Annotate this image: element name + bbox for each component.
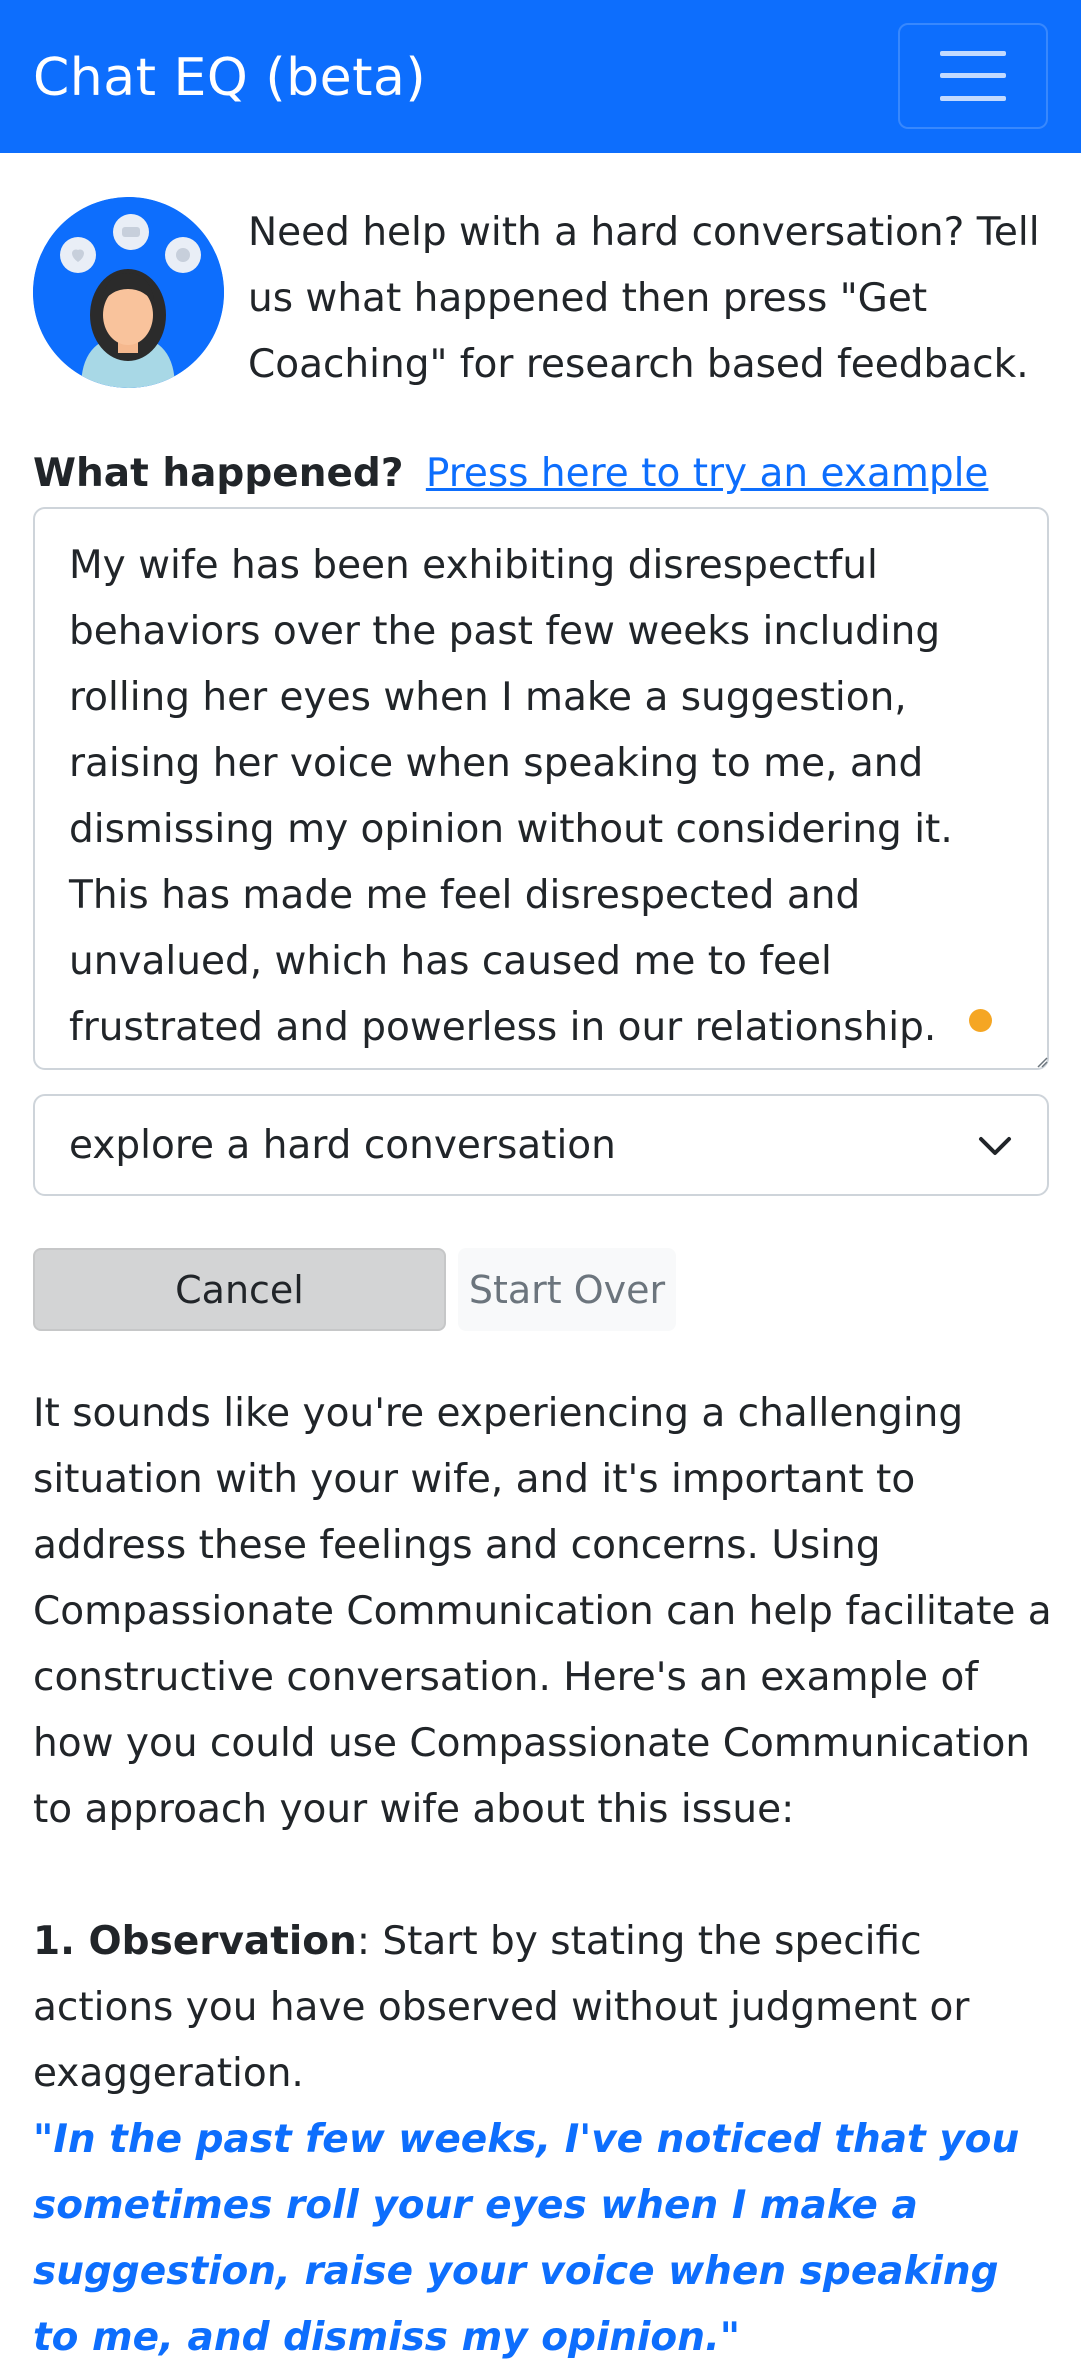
response-intro: It sounds like you're experiencing a cha…	[33, 1391, 1052, 1832]
conversation-mode-select[interactable]: explore a hard conversation	[33, 1094, 1049, 1196]
paragraph-spacer	[33, 1843, 1053, 1909]
start-over-button[interactable]: Start Over	[458, 1248, 676, 1331]
conversation-mode-value: explore a hard conversation	[69, 1122, 616, 1168]
hamburger-menu-button[interactable]	[898, 23, 1048, 129]
observation-example-quote: "In the past few weeks, I've noticed tha…	[33, 2117, 1020, 2360]
coach-avatar-icon	[33, 197, 224, 388]
hamburger-menu-icon	[940, 51, 1006, 101]
what-happened-row: What happened? Press here to try an exam…	[33, 444, 1063, 504]
what-happened-label: What happened?	[33, 451, 404, 496]
input-indicator-dot	[969, 1009, 992, 1032]
situation-textarea[interactable]: My wife has been exhibiting disrespectfu…	[33, 507, 1049, 1070]
app-title[interactable]: Chat EQ (beta)	[33, 47, 426, 109]
chevron-down-icon	[979, 1137, 1011, 1155]
resize-grip-icon[interactable]	[1036, 1056, 1048, 1068]
observation-title: 1. Observation	[33, 1919, 357, 1964]
try-example-link[interactable]: Press here to try an example	[426, 451, 989, 496]
intro-text: Need help with a hard conversation? Tell…	[248, 210, 1040, 387]
top-navbar: Chat EQ (beta)	[0, 0, 1081, 153]
observation-step: 1. Observation: Start by stating the spe…	[33, 1909, 1053, 2107]
cancel-button[interactable]: Cancel	[33, 1248, 446, 1331]
coaching-response: It sounds like you're experiencing a cha…	[33, 1381, 1053, 2371]
